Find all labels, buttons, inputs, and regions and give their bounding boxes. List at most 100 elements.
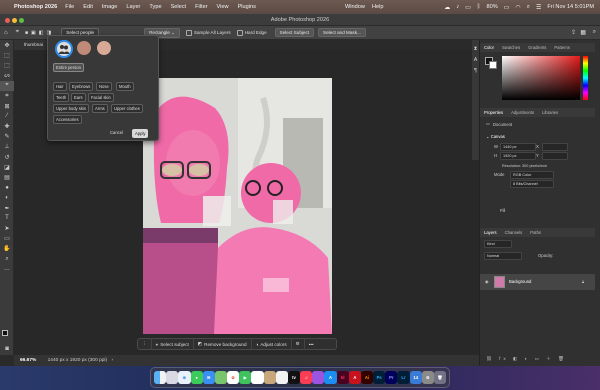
tab-color[interactable]: Color	[480, 45, 498, 50]
canvas-width-field[interactable]: 1440 px	[500, 143, 536, 151]
hard-edge-checkbox[interactable]: Hard Edge	[236, 29, 267, 36]
part-mouth-button[interactable]: Mouth	[116, 82, 134, 91]
canvas-section-header[interactable]: ⌄ Canvas	[486, 134, 505, 139]
share-icon[interactable]: ⇪	[571, 29, 576, 36]
entire-person-button[interactable]: Entire person	[53, 63, 84, 72]
quick-mask-icon[interactable]: ◙	[0, 344, 14, 354]
tab-properties[interactable]: Properties	[480, 110, 507, 115]
eraser-tool-icon[interactable]: ◪	[0, 162, 14, 172]
panel-background-swatch[interactable]	[489, 61, 497, 69]
person-1-avatar[interactable]	[77, 41, 91, 55]
color-swatches[interactable]	[2, 330, 12, 342]
music-icon[interactable]: ♫	[300, 371, 313, 384]
zoom-level[interactable]: 66.67%	[20, 358, 36, 363]
lightroom-icon[interactable]: Lr	[397, 371, 410, 384]
artboard-tool-icon[interactable]: ⬚	[0, 50, 14, 60]
mail-icon[interactable]: ✉	[202, 371, 215, 384]
search-icon[interactable]: ⌕	[593, 29, 596, 36]
rectangle-tool-icon[interactable]: ▭	[0, 234, 14, 244]
type-tool-icon[interactable]: T	[0, 213, 14, 223]
history-panel-icon[interactable]: ⧗	[472, 46, 479, 52]
facetime-icon[interactable]: ▶	[239, 371, 252, 384]
contacts-icon[interactable]	[263, 371, 276, 384]
launchpad-icon[interactable]	[166, 371, 179, 384]
document-image[interactable]	[143, 78, 332, 334]
tab-patterns[interactable]: Patterns	[550, 45, 574, 50]
all-people-avatar[interactable]	[55, 40, 73, 58]
object-selection-tool-icon[interactable]: ⌖	[0, 80, 14, 91]
battery-icon[interactable]: ▭	[504, 4, 510, 11]
clone-stamp-tool-icon[interactable]: ⊥	[0, 142, 14, 152]
status-arrow-icon[interactable]: ›	[111, 358, 113, 363]
menu-plugins[interactable]: Plugins	[238, 4, 256, 10]
history-brush-tool-icon[interactable]: ↺	[0, 152, 14, 162]
tv-icon[interactable]: tv	[287, 371, 301, 384]
workspace-icon[interactable]: ▦	[580, 29, 586, 36]
layer-filter-kind[interactable]: Kind	[484, 240, 512, 248]
ctx-select-subject-button[interactable]: ⌖ Select subject	[152, 338, 194, 350]
cancel-button[interactable]: Cancel	[108, 129, 125, 136]
ctx-more-icon[interactable]: •••	[305, 338, 318, 350]
photoshop-icon[interactable]: Ps	[373, 371, 386, 384]
frame-tool-icon[interactable]: ⊠	[0, 101, 14, 111]
ctx-adjust-colors-button[interactable]: ◑ Adjust colors	[252, 338, 292, 350]
layer-row-background[interactable]: ◉ Background 🔒︎	[480, 274, 595, 290]
lock-icon[interactable]: 🔒︎	[582, 279, 584, 284]
quick-selection-tool-icon[interactable]: ⌖	[16, 29, 19, 36]
menu-file[interactable]: File	[65, 4, 74, 10]
system-settings-icon[interactable]: ⚙	[421, 371, 434, 384]
lasso-tool-icon[interactable]: ᔕ	[0, 71, 14, 81]
part-nose-button[interactable]: Nose	[96, 82, 112, 91]
menu-layer[interactable]: Layer	[126, 4, 140, 10]
menu-app-name[interactable]: Photoshop 2026	[14, 4, 57, 10]
audio-icon[interactable]: ♪	[456, 4, 459, 10]
photos-icon[interactable]: ✿	[227, 371, 240, 384]
foreground-color-swatch[interactable]	[2, 330, 8, 336]
menu-clock[interactable]: Fri Nov 14 5:01PM	[547, 4, 594, 10]
home-icon[interactable]: ⌂	[4, 30, 8, 36]
menu-select[interactable]: Select	[171, 4, 187, 10]
gradient-tool-icon[interactable]: ▤	[0, 172, 14, 182]
bluetooth-icon[interactable]: ᛒ	[477, 4, 481, 10]
calendar-icon[interactable]	[251, 371, 264, 384]
safari-icon[interactable]: ⊕	[178, 371, 191, 384]
maps-icon[interactable]	[214, 371, 228, 384]
reminders-icon[interactable]	[275, 371, 288, 384]
canvas-y-field[interactable]	[542, 152, 568, 160]
tab-paths[interactable]: Paths	[526, 230, 545, 235]
canvas-height-field[interactable]: 1920 px	[500, 152, 536, 160]
document-info[interactable]: 1440 px x 1920 px (300 ppi)	[48, 358, 107, 363]
eye-icon[interactable]: ◉	[485, 279, 489, 284]
subtract-selection-icon[interactable]: ◧	[39, 30, 44, 36]
move-tool-icon[interactable]: ✥	[0, 40, 14, 50]
tab-swatches[interactable]: Swatches	[498, 45, 524, 50]
creative-cloud-icon[interactable]: ☁	[444, 4, 450, 11]
tab-layers[interactable]: Layers	[480, 230, 501, 235]
part-accessories-button[interactable]: Accessories	[53, 115, 82, 124]
menu-window[interactable]: Window	[345, 4, 365, 10]
paragraph-panel-icon[interactable]: ¶	[472, 68, 479, 74]
color-picker-field[interactable]	[502, 56, 580, 100]
menu-help[interactable]: Help	[372, 4, 384, 10]
app-14-icon[interactable]: 14	[409, 371, 422, 384]
path-selection-tool-icon[interactable]: ➤	[0, 223, 14, 233]
brush-tool-icon[interactable]: ✎	[0, 132, 14, 142]
zoom-window-icon[interactable]	[19, 17, 24, 23]
person-2-avatar[interactable]	[97, 41, 111, 55]
hue-slider[interactable]	[583, 56, 588, 100]
trash-icon[interactable]: 🗑︎	[433, 371, 447, 384]
tab-channels[interactable]: Channels	[501, 230, 527, 235]
layer-name[interactable]: Background	[509, 279, 531, 284]
acrobat-icon[interactable]: A	[348, 371, 361, 384]
add-selection-icon[interactable]: ▣	[31, 30, 36, 36]
color-mode-select[interactable]: RGB Color	[510, 171, 554, 179]
menu-type[interactable]: Type	[149, 4, 161, 10]
wifi-icon[interactable]: ◠	[515, 4, 520, 11]
display-icon[interactable]: ▭	[465, 4, 471, 11]
menu-edit[interactable]: Edit	[83, 4, 93, 10]
part-arms-button[interactable]: Arms	[92, 104, 108, 113]
podcasts-icon[interactable]	[312, 371, 325, 384]
ctx-move-handle-icon[interactable]: ⋮	[138, 338, 152, 350]
hand-tool-icon[interactable]: ✋	[0, 244, 14, 254]
healing-brush-tool-icon[interactable]: ✚	[0, 122, 14, 132]
